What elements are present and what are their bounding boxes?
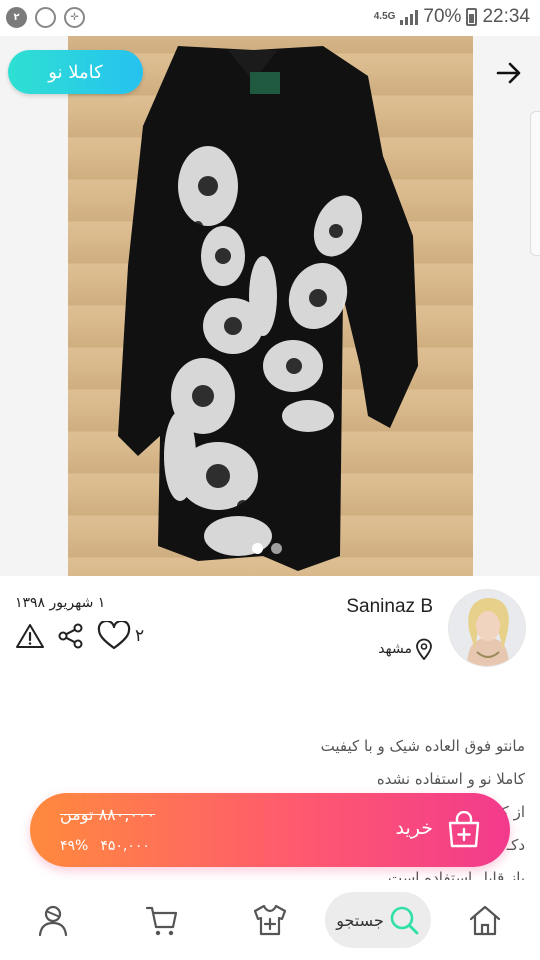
seller-name[interactable]: Saninaz B <box>346 596 433 618</box>
avatar-portrait <box>449 590 525 666</box>
sale-price: ۴۵۰,۰۰۰ <box>100 838 150 854</box>
sale-price-row: ۴۹% ۴۵۰,۰۰۰ <box>60 838 150 854</box>
sync-icon <box>35 7 56 28</box>
add-clothing-icon <box>253 904 287 936</box>
clock: 22:34 <box>482 6 530 27</box>
carousel-dot[interactable] <box>252 543 263 554</box>
nav-cart[interactable] <box>140 900 184 940</box>
description-line: کاملا نو و استفاده نشده <box>376 770 525 788</box>
nav-search[interactable]: جستجو <box>325 892 431 948</box>
status-left-icons: ۲ ✛ <box>6 7 85 28</box>
location-pin-icon <box>416 638 432 660</box>
signal-icon <box>400 9 419 25</box>
seller-avatar[interactable] <box>448 589 526 667</box>
carousel-dot[interactable] <box>271 543 282 554</box>
nav-search-label: جستجو <box>336 910 384 930</box>
search-icon <box>390 906 419 935</box>
report-warning-icon[interactable] <box>15 622 45 650</box>
seller-info: Saninaz B مشهد ۱ شهریور ۱۳۹۸ ۲ <box>0 576 540 676</box>
cart-icon <box>145 906 178 936</box>
battery-percent: 70% <box>423 6 462 27</box>
nav-profile[interactable] <box>31 900 75 940</box>
nav-home[interactable] <box>463 900 507 940</box>
status-right: 4.5G 70% 22:34 <box>374 6 530 28</box>
battery-icon <box>466 8 478 26</box>
compass-icon: ✛ <box>64 7 85 28</box>
forward-arrow-button[interactable] <box>488 52 530 94</box>
product-photo[interactable] <box>68 36 473 576</box>
post-date: ۱ شهریور ۱۳۹۸ <box>15 595 106 611</box>
product-image-carousel[interactable]: کاملا نو <box>0 36 540 576</box>
buy-label: خرید <box>395 817 434 839</box>
city-label: مشهد <box>378 641 412 657</box>
user-profile-icon <box>38 905 68 937</box>
heart-icon[interactable] <box>97 621 131 651</box>
notification-count-icon: ۲ <box>6 7 27 28</box>
condition-badge: کاملا نو <box>8 50 143 94</box>
bottom-navigation: جستجو <box>0 880 540 960</box>
next-card-peek <box>530 111 540 256</box>
seller-location: مشهد <box>378 638 433 660</box>
coat-illustration <box>118 46 418 571</box>
status-bar: ۲ ✛ 4.5G 70% 22:34 <box>0 0 540 36</box>
carousel-dots <box>252 543 282 554</box>
share-icon[interactable] <box>57 622 85 650</box>
network-type: 4.5G <box>373 11 396 22</box>
home-icon <box>469 905 501 936</box>
description-line: مانتو فوق العاده شیک و با کیفیت <box>320 737 525 755</box>
nav-add-post[interactable] <box>248 900 292 940</box>
shopping-bag-plus-icon <box>448 811 480 848</box>
discount-percent: ۴۹% <box>60 838 89 854</box>
buy-button[interactable]: خرید ۸۸۰,۰۰۰ تومن ۴۹% ۴۵۰,۰۰۰ <box>30 793 510 867</box>
like-control[interactable]: ۲ <box>97 621 144 651</box>
like-count: ۲ <box>135 626 145 646</box>
original-price: ۸۸۰,۰۰۰ تومن <box>60 805 156 824</box>
post-actions: ۲ <box>15 621 144 651</box>
arrow-right-icon <box>496 62 521 84</box>
